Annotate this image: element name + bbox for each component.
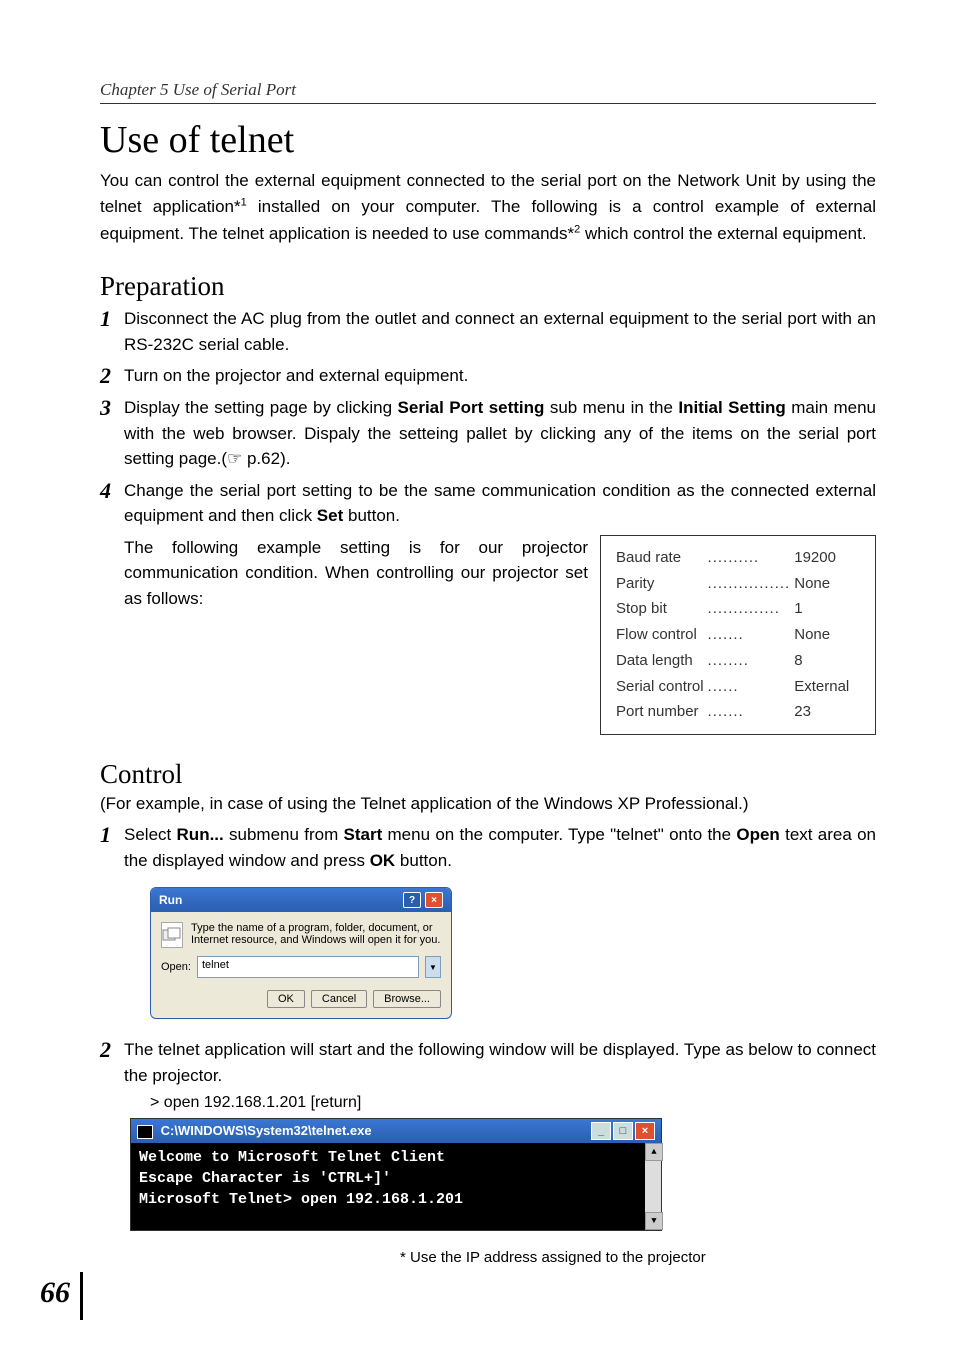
- prep-step-4: 4 Change the serial port setting to be t…: [100, 478, 876, 529]
- setting-value: 23: [793, 700, 850, 724]
- console-title-text: C:\WINDOWS\System32\telnet.exe: [161, 1123, 372, 1138]
- step-body: Select Run... submenu from Start menu on…: [124, 822, 876, 873]
- setting-value: 19200: [793, 546, 850, 570]
- bold-text: OK: [370, 851, 396, 870]
- step-number: 2: [100, 363, 120, 389]
- footnote-text: * Use the IP address assigned to the pro…: [400, 1249, 876, 1266]
- step-number: 3: [100, 395, 120, 472]
- console-line: Escape Character is 'CTRL+]': [139, 1170, 637, 1187]
- dots: ........: [707, 649, 792, 673]
- page-number-bar: [80, 1272, 83, 1320]
- setting-value: External: [793, 675, 850, 699]
- dots: .......: [707, 623, 792, 647]
- bold-text: Serial Port setting: [398, 398, 545, 417]
- text: submenu from: [224, 825, 344, 844]
- setting-key: Serial control: [615, 675, 705, 699]
- ctrl-step-2: 2 The telnet application will start and …: [100, 1037, 876, 1088]
- step-number: 2: [100, 1037, 120, 1088]
- run-app-icon: [161, 922, 183, 948]
- bold-text: Run...: [177, 825, 224, 844]
- step-number: 4: [100, 478, 120, 529]
- dots: ..........: [707, 546, 792, 570]
- console-line: Microsoft Telnet> open 192.168.1.201: [139, 1191, 637, 1208]
- command-line-text: > open 192.168.1.201 [return]: [150, 1094, 876, 1112]
- setting-value: 1: [793, 597, 850, 621]
- text: button.: [343, 506, 400, 525]
- ok-button[interactable]: OK: [267, 990, 305, 1008]
- text: Select: [124, 825, 177, 844]
- setting-key: Baud rate: [615, 546, 705, 570]
- text: menu on the computer. Type "telnet" onto…: [382, 825, 736, 844]
- setting-value: None: [793, 623, 850, 647]
- step-number: 1: [100, 822, 120, 873]
- bold-text: Initial Setting: [678, 398, 785, 417]
- run-description: Type the name of a program, folder, docu…: [191, 922, 441, 948]
- bold-text: Open: [736, 825, 779, 844]
- setting-key: Port number: [615, 700, 705, 724]
- intro-p3: which control the external equipment.: [580, 224, 866, 243]
- chapter-header: Chapter 5 Use of Serial Port: [100, 80, 876, 104]
- cancel-button[interactable]: Cancel: [311, 990, 367, 1008]
- console-titlebar: C:\WINDOWS\System32\telnet.exe _ □ ×: [131, 1119, 661, 1143]
- close-icon[interactable]: ×: [425, 892, 443, 908]
- run-titlebar: Run ? ×: [151, 888, 451, 912]
- dropdown-icon[interactable]: ▼: [425, 956, 441, 978]
- prep-step-3: 3 Display the setting page by clicking S…: [100, 395, 876, 472]
- setting-key: Data length: [615, 649, 705, 673]
- page-title: Use of telnet: [100, 118, 876, 162]
- console-line: Welcome to Microsoft Telnet Client: [139, 1149, 637, 1166]
- text: button.: [395, 851, 452, 870]
- step-body: Turn on the projector and external equip…: [124, 363, 876, 389]
- settings-box: Baud rate..........19200 Parity.........…: [600, 535, 876, 735]
- run-title-text: Run: [159, 893, 182, 907]
- cmd-icon: [137, 1125, 153, 1139]
- setting-key: Parity: [615, 572, 705, 596]
- open-input[interactable]: telnet: [197, 956, 419, 978]
- close-icon[interactable]: ×: [635, 1122, 655, 1140]
- ctrl-step-1: 1 Select Run... submenu from Start menu …: [100, 822, 876, 873]
- intro-paragraph: You can control the external equipment c…: [100, 168, 876, 247]
- text: Display the setting page by clicking: [124, 398, 398, 417]
- setting-value: 8: [793, 649, 850, 673]
- bold-text: Start: [344, 825, 383, 844]
- setting-value: None: [793, 572, 850, 596]
- step-body: The telnet application will start and th…: [124, 1037, 876, 1088]
- minimize-icon[interactable]: _: [591, 1122, 611, 1140]
- step-body: Change the serial port setting to be the…: [124, 478, 876, 529]
- preparation-heading: Preparation: [100, 271, 876, 302]
- setting-key: Stop bit: [615, 597, 705, 621]
- open-label: Open:: [161, 961, 191, 973]
- prep-step-1: 1 Disconnect the AC plug from the outlet…: [100, 306, 876, 357]
- step-body: Disconnect the AC plug from the outlet a…: [124, 306, 876, 357]
- help-icon[interactable]: ?: [403, 892, 421, 908]
- example-text: The following example setting is for our…: [100, 535, 588, 612]
- maximize-icon[interactable]: □: [613, 1122, 633, 1140]
- step-number: 1: [100, 306, 120, 357]
- browse-button[interactable]: Browse...: [373, 990, 441, 1008]
- setting-key: Flow control: [615, 623, 705, 647]
- dots: ..............: [707, 597, 792, 621]
- text: sub menu in the: [544, 398, 678, 417]
- scroll-up-icon[interactable]: ▲: [645, 1143, 663, 1161]
- step-body: Display the setting page by clicking Ser…: [124, 395, 876, 472]
- telnet-console: C:\WINDOWS\System32\telnet.exe _ □ × Wel…: [130, 1118, 662, 1231]
- dots: .......: [707, 700, 792, 724]
- control-note: (For example, in case of using the Telne…: [100, 794, 876, 814]
- prep-step-2: 2 Turn on the projector and external equ…: [100, 363, 876, 389]
- dots: ......: [707, 675, 792, 699]
- dots: ................: [707, 572, 792, 596]
- page-number: 66: [40, 1276, 70, 1310]
- text: Change the serial port setting to be the…: [124, 481, 876, 526]
- scroll-down-icon[interactable]: ▼: [645, 1212, 663, 1230]
- control-heading: Control: [100, 759, 876, 790]
- bold-text: Set: [317, 506, 343, 525]
- run-dialog: Run ? × Type the name of a program, fold…: [150, 887, 452, 1019]
